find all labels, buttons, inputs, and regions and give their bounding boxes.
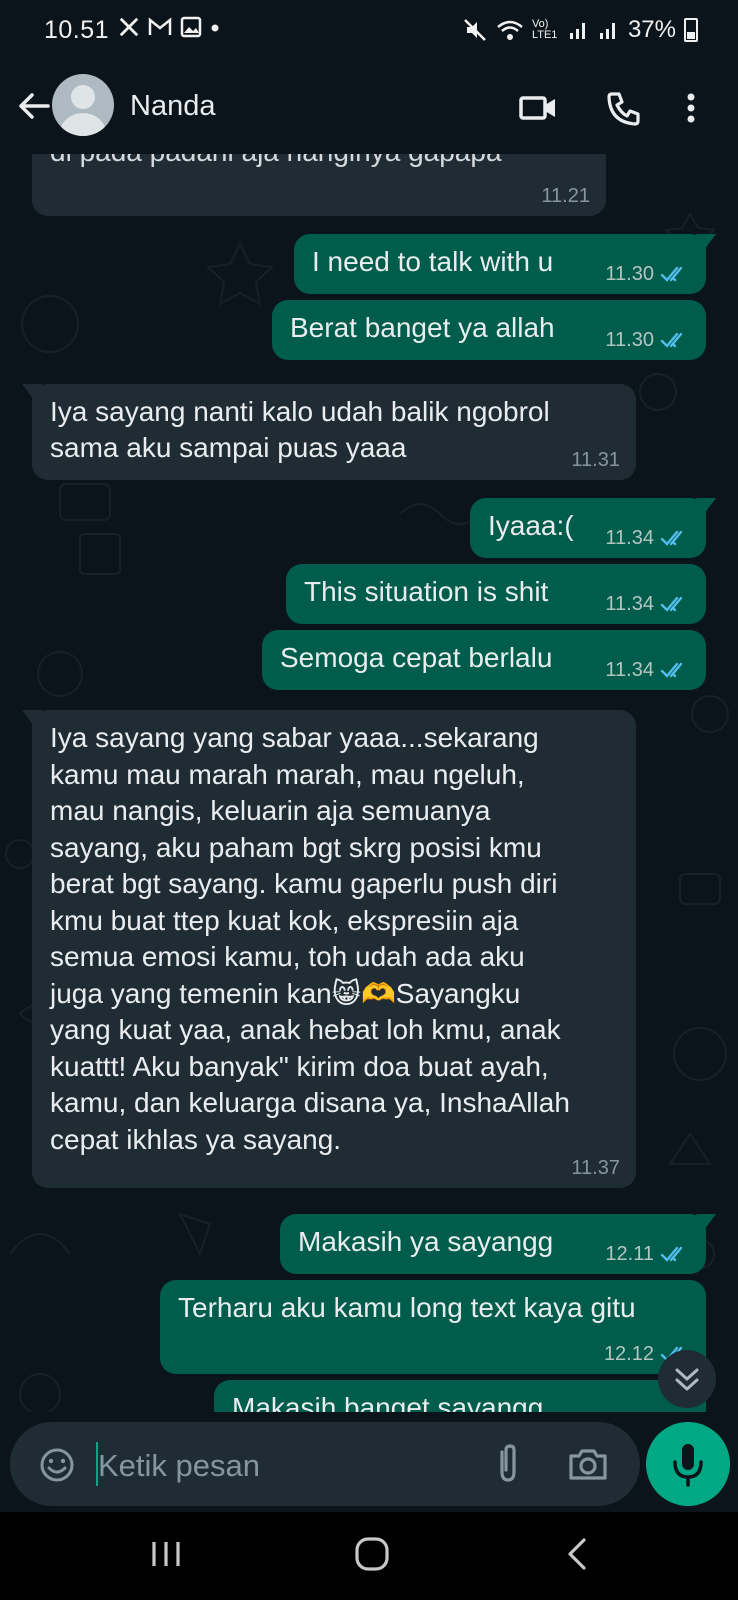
avatar[interactable] bbox=[52, 74, 114, 136]
message-outgoing[interactable]: Terharu aku kamu long text kaya gitu 12.… bbox=[160, 1280, 706, 1374]
dot-icon bbox=[211, 24, 219, 32]
double-check-icon bbox=[660, 596, 683, 612]
scroll-to-bottom-button[interactable] bbox=[658, 1350, 716, 1408]
bubble-tail bbox=[22, 710, 42, 726]
bubble-tail bbox=[696, 498, 716, 514]
recents-icon[interactable] bbox=[148, 1536, 184, 1572]
contact-name[interactable]: Nanda bbox=[130, 90, 215, 123]
message-outgoing[interactable]: I need to talk with u 11.30 bbox=[294, 234, 716, 294]
double-chevron-down-icon bbox=[675, 1368, 699, 1391]
video-call-icon[interactable] bbox=[516, 86, 560, 130]
message-time: 12.12 bbox=[603, 1343, 654, 1365]
microphone-icon bbox=[673, 1444, 703, 1487]
system-icons: Vo) LTE1 37% bbox=[462, 16, 698, 44]
back-arrow-icon[interactable] bbox=[14, 86, 54, 126]
chat-area[interactable]: di pada padahi aja nanginya gapapa 11.21… bbox=[0, 154, 738, 1412]
bubble-tail bbox=[696, 1214, 716, 1230]
notification-icons bbox=[118, 16, 220, 38]
gmail-icon bbox=[148, 17, 172, 35]
mute-icon bbox=[464, 19, 486, 41]
message-time: 11.37 bbox=[571, 1157, 620, 1179]
message-input-placeholder: Ketik pesan bbox=[98, 1448, 260, 1483]
double-check-icon bbox=[660, 662, 683, 678]
message-time: 11.34 bbox=[605, 659, 654, 681]
message-outgoing[interactable]: Berat banget ya allah 11.30 bbox=[272, 300, 706, 360]
emoji-icon[interactable] bbox=[38, 1446, 76, 1484]
system-navigation-bar bbox=[0, 1512, 738, 1600]
message-time: 12.11 bbox=[605, 1243, 654, 1265]
message-outgoing[interactable]: Makasih banget sayangg bbox=[214, 1380, 706, 1412]
message-outgoing[interactable]: Semoga cepat berlalu 11.34 bbox=[262, 630, 706, 690]
message-time: 11.34 bbox=[605, 527, 654, 549]
chat-header: Nanda bbox=[0, 62, 738, 154]
message-outgoing[interactable]: Makasih ya sayangg 12.11 bbox=[280, 1214, 716, 1274]
message-incoming[interactable]: di pada padahi aja nanginya gapapa 11.21 bbox=[32, 154, 606, 216]
x-icon bbox=[119, 17, 139, 37]
message-outgoing[interactable]: This situation is shit 11.34 bbox=[286, 564, 706, 624]
double-check-icon bbox=[660, 266, 683, 282]
message-incoming[interactable]: Iya sayang nanti kalo udah balik ngobrol… bbox=[22, 384, 636, 480]
status-time: 10.51 bbox=[44, 16, 110, 44]
message-time: 11.34 bbox=[605, 593, 654, 615]
message-composer: Ketik pesan bbox=[0, 1412, 738, 1512]
message-time: 11.21 bbox=[541, 185, 590, 207]
camera-icon[interactable] bbox=[566, 1444, 610, 1484]
double-check-icon bbox=[660, 530, 683, 546]
message-time: 11.30 bbox=[605, 329, 654, 351]
voice-call-icon[interactable] bbox=[602, 86, 646, 130]
double-check-icon bbox=[660, 1246, 683, 1262]
more-options-icon[interactable] bbox=[676, 86, 706, 130]
signal-icon-2 bbox=[599, 23, 615, 39]
message-time: 11.30 bbox=[605, 263, 654, 285]
signal-icon bbox=[569, 23, 585, 39]
wifi-icon bbox=[497, 20, 523, 40]
nav-back-icon[interactable] bbox=[560, 1536, 596, 1572]
voice-message-button[interactable] bbox=[646, 1422, 730, 1506]
battery-percent: 37% bbox=[627, 16, 676, 43]
status-bar: 10.51 Vo) LTE1 37% bbox=[0, 0, 738, 62]
bubble-tail bbox=[696, 234, 716, 250]
network-label: Vo) LTE1 bbox=[531, 18, 558, 41]
bubble-tail bbox=[22, 384, 42, 400]
message-incoming[interactable]: Iya sayang yang sabar yaaa...sekarang ka… bbox=[22, 710, 636, 1188]
double-check-icon bbox=[660, 332, 683, 348]
home-icon[interactable] bbox=[352, 1534, 392, 1574]
message-time: 11.31 bbox=[571, 449, 620, 471]
message-outgoing[interactable]: Iyaaa:( 11.34 bbox=[470, 498, 716, 558]
attachment-icon[interactable] bbox=[488, 1442, 528, 1486]
gallery-icon bbox=[180, 16, 202, 38]
battery-icon bbox=[684, 18, 698, 42]
message-input[interactable]: Ketik pesan bbox=[10, 1422, 640, 1506]
